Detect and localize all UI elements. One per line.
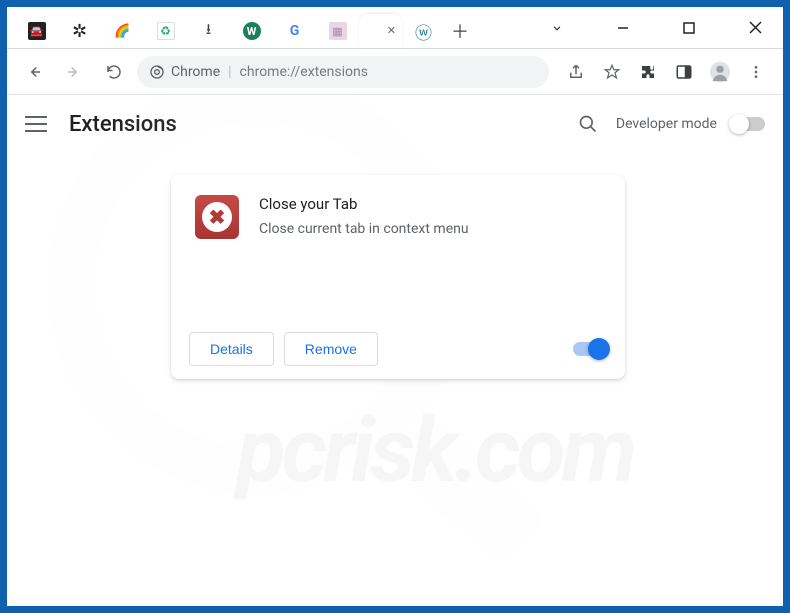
tab-7[interactable]: ▦ (316, 14, 359, 48)
minimize-icon (617, 22, 629, 34)
download-icon: ⭳ (200, 22, 218, 40)
menu-button[interactable] (739, 55, 773, 89)
tab-active-extensions[interactable]: ✕ (359, 14, 402, 48)
share-icon (567, 63, 585, 81)
tab-4[interactable]: ⭳ (187, 14, 230, 48)
menu-toggle-button[interactable] (25, 116, 47, 132)
tab-1[interactable]: ✲ (58, 14, 101, 48)
extension-name: Close your Tab (259, 195, 469, 213)
close-window-button[interactable] (733, 13, 777, 43)
chevron-down-icon (550, 21, 564, 35)
page-title: Extensions (69, 112, 177, 137)
extensions-button[interactable] (631, 55, 665, 89)
minimize-button[interactable] (601, 13, 645, 43)
maximize-icon (683, 22, 695, 34)
toggle-knob (729, 114, 749, 134)
wordpress-icon: ⓦ (415, 22, 433, 40)
page-content: pcrisk.com Extensions Developer mode ✖ (7, 95, 783, 606)
close-tab-icon[interactable]: ✕ (387, 24, 396, 37)
sidepanel-button[interactable] (667, 55, 701, 89)
site-chip: Chrome (149, 64, 220, 80)
robot-icon: ▦ (329, 22, 347, 40)
star-icon (603, 63, 621, 81)
toggle-knob (588, 338, 610, 360)
extension-card-actions: Details Remove (171, 319, 625, 379)
w-icon: W (243, 22, 261, 40)
header-right: Developer mode (574, 110, 765, 138)
rainbow-icon: 🌈 (114, 22, 132, 40)
arrow-right-icon (65, 63, 83, 81)
tab-0[interactable]: 🚘 (15, 14, 58, 48)
tab-9[interactable]: ⓦ (402, 14, 445, 48)
tab-6[interactable]: G (273, 14, 316, 48)
details-button[interactable]: Details (189, 332, 274, 366)
new-tab-button[interactable]: ＋ (445, 14, 475, 48)
arrow-left-icon (25, 63, 43, 81)
back-button[interactable] (17, 55, 51, 89)
puzzle-icon (639, 63, 657, 81)
extension-card-body: ✖ Close your Tab Close current tab in co… (171, 175, 625, 319)
tab-5[interactable]: W (230, 14, 273, 48)
close-icon (749, 21, 762, 34)
url-text: chrome://extensions (240, 64, 368, 80)
chrome-icon (149, 64, 165, 80)
extension-icon: ✖ (195, 195, 239, 239)
google-icon: G (286, 22, 304, 40)
extension-description: Close current tab in context menu (259, 221, 469, 237)
developer-mode-label: Developer mode (616, 116, 717, 132)
window-controls (535, 7, 783, 48)
developer-mode-toggle[interactable] (731, 117, 765, 131)
reload-button[interactable] (97, 55, 131, 89)
search-icon (578, 114, 598, 134)
recycle-icon: ♻ (157, 22, 175, 40)
extension-card: ✖ Close your Tab Close current tab in co… (171, 175, 625, 379)
share-button[interactable] (559, 55, 593, 89)
menu-dots-icon (748, 64, 764, 80)
profile-button[interactable] (703, 55, 737, 89)
tab-3[interactable]: ♻ (144, 14, 187, 48)
car-icon: 🚘 (28, 22, 46, 40)
extensions-header: Extensions Developer mode (7, 95, 783, 153)
address-bar: Chrome | chrome://extensions (7, 49, 783, 95)
extension-info: Close your Tab Close current tab in cont… (259, 195, 469, 319)
remove-button[interactable]: Remove (284, 332, 378, 366)
omnibox-divider: | (228, 64, 231, 80)
film-icon: ✲ (71, 22, 89, 40)
search-extensions-button[interactable] (574, 110, 602, 138)
titlebar: 🚘 ✲ 🌈 ♻ ⭳ W G ▦ ✕ ⓦ ＋ (7, 7, 783, 49)
site-chip-label: Chrome (171, 64, 220, 80)
panel-icon (675, 63, 693, 81)
tab-2[interactable]: 🌈 (101, 14, 144, 48)
reload-icon (105, 63, 123, 81)
maximize-button[interactable] (667, 13, 711, 43)
x-circle-icon: ✖ (202, 202, 232, 232)
browser-window: 🚘 ✲ 🌈 ♻ ⭳ W G ▦ ✕ ⓦ ＋ (6, 6, 784, 607)
extension-enable-toggle[interactable] (573, 342, 607, 356)
toolbar-right (555, 55, 773, 89)
omnibox[interactable]: Chrome | chrome://extensions (137, 56, 549, 88)
tab-overflow-button[interactable] (535, 13, 579, 43)
profile-icon (709, 61, 731, 83)
bookmark-button[interactable] (595, 55, 629, 89)
watermark-text: pcrisk.com (237, 398, 634, 503)
forward-button[interactable] (57, 55, 91, 89)
tab-strip: 🚘 ✲ 🌈 ♻ ⭳ W G ▦ ✕ ⓦ ＋ (7, 7, 475, 48)
